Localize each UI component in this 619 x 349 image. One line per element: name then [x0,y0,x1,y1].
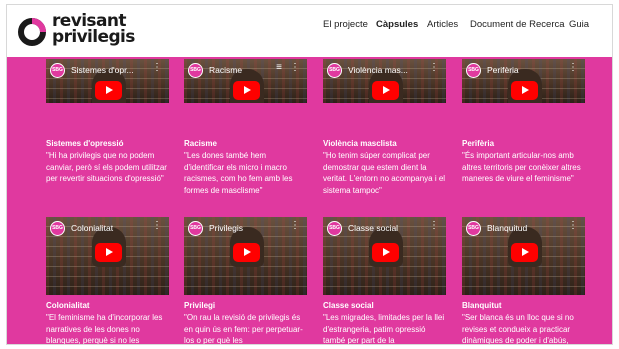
capsule-quote: "És important articular-nos amb altres t… [462,151,581,183]
channel-avatar[interactable]: SBG [188,221,203,236]
video-player[interactable]: SBG Perifèria ⋮ [462,59,585,103]
play-button-icon[interactable] [233,81,260,100]
playlist-icon[interactable]: ≡ [276,63,282,73]
play-button-icon[interactable] [372,81,399,100]
capsule-title[interactable]: Blanquitut [462,301,585,311]
capsule-quote: "Hi ha privilegis que no podem canviar, … [46,151,167,183]
more-options-icon[interactable]: ⋮ [429,63,439,73]
channel-avatar[interactable]: SBG [50,63,65,78]
video-title[interactable]: Sistemes d'opr... [71,65,145,75]
video-player[interactable]: SBG Sistemes d'opr... ⋮ [46,59,169,103]
brand-line-2: privilegis [52,27,135,47]
capsule-title[interactable]: Colonialitat [46,301,169,311]
video-title[interactable]: Colonialitat [71,223,145,233]
capsule-card: SBG Racisme ≡ ⋮ Racisme "Les dones també… [184,59,307,196]
more-options-icon[interactable]: ⋮ [429,221,439,231]
capsule-card: SBG Colonialitat ⋮ Colonialitat "El femi… [46,217,169,345]
channel-avatar[interactable]: SBG [327,63,342,78]
capsule-quote: "Les migrades, limitades per la llei d'e… [323,313,445,345]
video-title[interactable]: Perifèria [487,65,561,75]
site-header: revisant privilegis El projecte Càpsules… [7,5,612,57]
video-title[interactable]: Classe social [348,223,422,233]
more-options-icon[interactable]: ⋮ [568,221,578,231]
play-button-icon[interactable] [95,81,122,100]
more-options-icon[interactable]: ⋮ [568,63,578,73]
nav-document-de-recerca[interactable]: Document de Recerca [470,19,565,30]
capsule-card: SBG Privilegis ⋮ Privilegi "On rau la re… [184,217,307,345]
nav-guia[interactable]: Guia [569,19,589,30]
play-button-icon[interactable] [95,243,122,262]
capsule-title[interactable]: Racisme [184,139,307,149]
more-options-icon[interactable]: ⋮ [152,221,162,231]
capsule-title[interactable]: Perifèria [462,139,585,149]
logo-icon[interactable] [17,17,47,47]
capsule-card: SBG Violència mas... ⋮ Violència masclis… [323,59,446,196]
capsule-title[interactable]: Classe social [323,301,446,311]
video-title[interactable]: Blanquitud [487,223,561,233]
capsule-card: SBG Blanquitud ⋮ Blanquitut "Ser blanca … [462,217,585,345]
capsule-quote: "El feminisme ha d'incorporar les narrat… [46,313,163,345]
play-button-icon[interactable] [511,243,538,262]
video-title[interactable]: Racisme [209,65,283,75]
video-player[interactable]: SBG Blanquitud ⋮ [462,217,585,295]
video-player[interactable]: SBG Privilegis ⋮ [184,217,307,295]
more-options-icon[interactable]: ⋮ [290,221,300,231]
video-title[interactable]: Violència mas... [348,65,422,75]
capsule-card: SBG Perifèria ⋮ Perifèria "És important … [462,59,585,185]
nav-articles[interactable]: Articles [427,19,458,30]
capsule-quote: "On rau la revisió de privilegis és en q… [184,313,303,345]
play-button-icon[interactable] [511,81,538,100]
capsule-card: SBG Classe social ⋮ Classe social "Les m… [323,217,446,345]
capsule-title[interactable]: Violència masclista [323,139,446,149]
play-button-icon[interactable] [372,243,399,262]
video-player[interactable]: SBG Racisme ≡ ⋮ [184,59,307,103]
channel-avatar[interactable]: SBG [466,63,481,78]
capsule-quote: "Ho tenim súper complicat per demostrar … [323,151,446,195]
play-button-icon[interactable] [233,243,260,262]
nav-capsules[interactable]: Càpsules [376,19,418,30]
channel-avatar[interactable]: SBG [188,63,203,78]
page-frame: revisant privilegis El projecte Càpsules… [6,4,613,345]
channel-avatar[interactable]: SBG [50,221,65,236]
capsule-card: SBG Sistemes d'opr... ⋮ Sistemes d'opres… [46,59,169,185]
more-options-icon[interactable]: ⋮ [290,63,300,73]
video-player[interactable]: SBG Violència mas... ⋮ [323,59,446,103]
channel-avatar[interactable]: SBG [327,221,342,236]
channel-avatar[interactable]: SBG [466,221,481,236]
brand-name[interactable]: revisant privilegis [52,13,135,47]
capsule-quote: "Les dones també hem d'identificar els m… [184,151,293,195]
capsule-quote: "Ser blanca és un lloc que si no revises… [462,313,574,345]
video-title[interactable]: Privilegis [209,223,283,233]
nav-el-projecte[interactable]: El projecte [323,19,368,30]
capsule-title[interactable]: Privilegi [184,301,307,311]
more-options-icon[interactable]: ⋮ [152,63,162,73]
video-player[interactable]: SBG Classe social ⋮ [323,217,446,295]
capsule-title[interactable]: Sistemes d'opressió [46,139,169,149]
video-player[interactable]: SBG Colonialitat ⋮ [46,217,169,295]
